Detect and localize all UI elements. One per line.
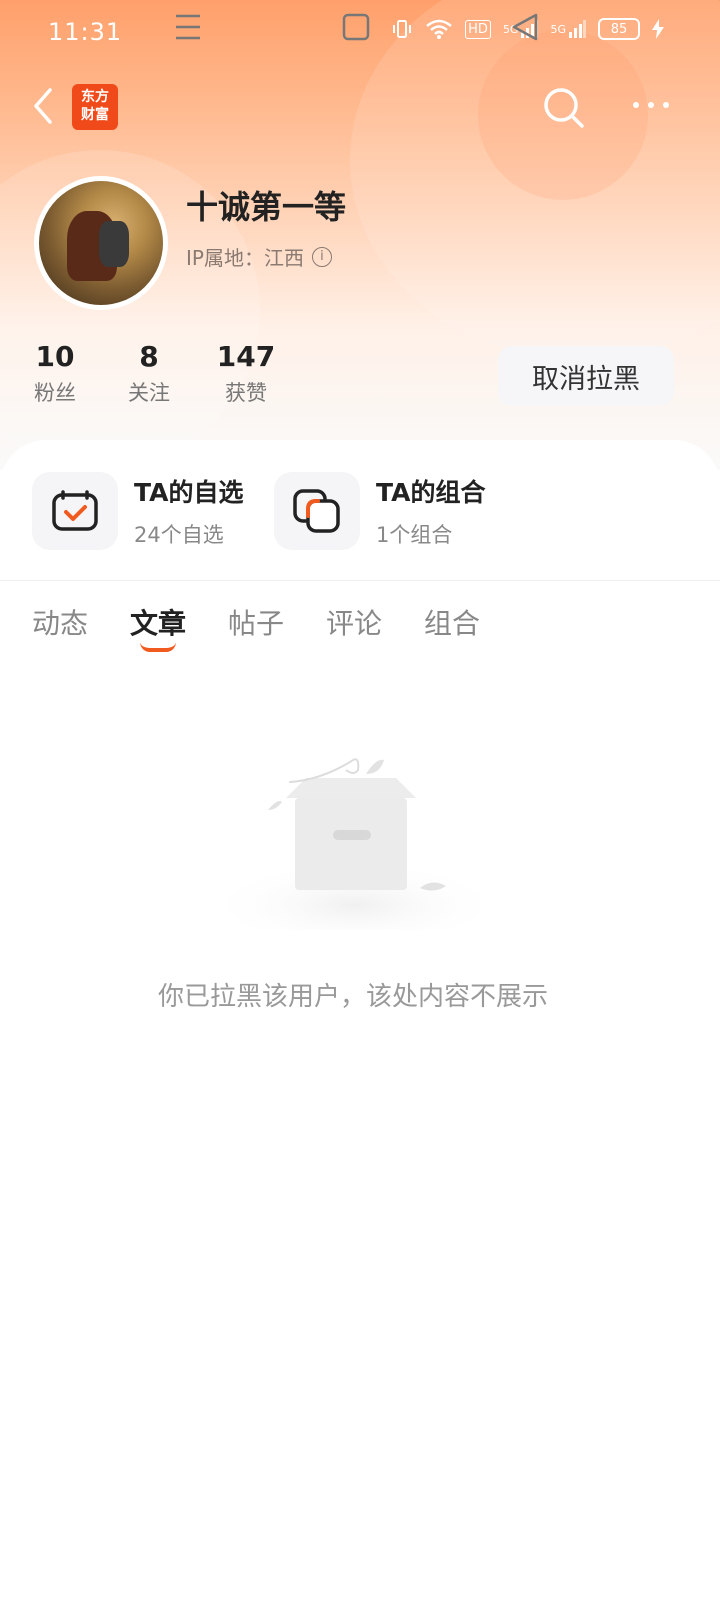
stat-following[interactable]: 8 关注 — [124, 340, 174, 407]
ip-location-label: IP属地：江西 — [186, 246, 304, 270]
app-logo-text: 东方 — [81, 89, 109, 105]
charging-icon — [652, 19, 664, 39]
tab-comments[interactable]: 评论 — [326, 602, 382, 642]
stat-likes[interactable]: 147 获赞 — [214, 340, 278, 407]
signal-5g-icon: 5G — [550, 20, 586, 38]
more-button[interactable] — [628, 90, 674, 120]
vibrate-icon — [391, 18, 413, 40]
watchlist-icon-box — [32, 472, 118, 550]
tab-dynamics[interactable]: 动态 — [32, 602, 88, 642]
info-icon[interactable]: i — [311, 246, 332, 267]
unblock-button[interactable]: 取消拉黑 — [498, 346, 674, 406]
tab-articles[interactable]: 文章 — [130, 602, 186, 642]
tab-portfolios[interactable]: 组合 — [424, 602, 480, 642]
portfolio-count: 1个组合 — [376, 523, 453, 547]
status-time: 11:31 — [48, 18, 123, 46]
blocked-content-message: 你已拉黑该用户，该处内容不展示 — [157, 982, 548, 1012]
stat-value: 8 — [139, 340, 159, 373]
watchlist-entry[interactable]: TA的自选 24个自选 — [32, 472, 243, 550]
back-triangle-icon — [512, 13, 538, 41]
avatar-figure — [99, 221, 129, 267]
hd-icon: HD — [465, 19, 491, 39]
username: 十诚第一等 — [186, 188, 347, 226]
avatar[interactable] — [34, 176, 168, 310]
wifi-icon — [425, 18, 453, 40]
stat-value: 10 — [35, 340, 75, 373]
stat-value: 147 — [216, 340, 276, 373]
system-menu-button[interactable] — [168, 10, 208, 44]
back-button[interactable] — [28, 86, 60, 126]
watchlist-title: TA的自选 — [134, 478, 244, 507]
stat-label: 关注 — [128, 381, 170, 405]
portfolio-entry[interactable]: TA的组合 1个组合 — [274, 472, 485, 550]
empty-box-illustration — [205, 758, 505, 930]
search-icon — [544, 88, 584, 128]
signal-label: 5G — [550, 22, 566, 36]
app-logo[interactable]: 东方 财富 — [72, 84, 118, 130]
battery-indicator: 85 — [598, 18, 640, 40]
app-logo-text: 财富 — [81, 107, 109, 123]
checkbox-check-icon — [52, 490, 98, 531]
portfolio-title: TA的组合 — [376, 478, 486, 507]
home-square-icon — [342, 13, 370, 41]
active-tab-indicator — [140, 642, 176, 652]
system-back-button[interactable] — [506, 10, 546, 44]
chevron-left-icon — [34, 88, 52, 124]
system-home-button[interactable] — [336, 10, 376, 44]
more-dots-icon — [633, 102, 669, 108]
stat-label: 获赞 — [225, 381, 267, 405]
stat-label: 粉丝 — [34, 381, 76, 405]
search-button[interactable] — [540, 84, 586, 130]
tab-posts[interactable]: 帖子 — [228, 602, 284, 642]
divider — [0, 580, 720, 581]
menu-icon — [176, 14, 200, 40]
portfolio-icon — [293, 489, 340, 533]
portfolio-icon-box — [274, 472, 360, 550]
watchlist-count: 24个自选 — [134, 523, 224, 547]
ip-location: IP属地：江西 i — [186, 242, 332, 271]
stat-followers[interactable]: 10 粉丝 — [30, 340, 80, 407]
